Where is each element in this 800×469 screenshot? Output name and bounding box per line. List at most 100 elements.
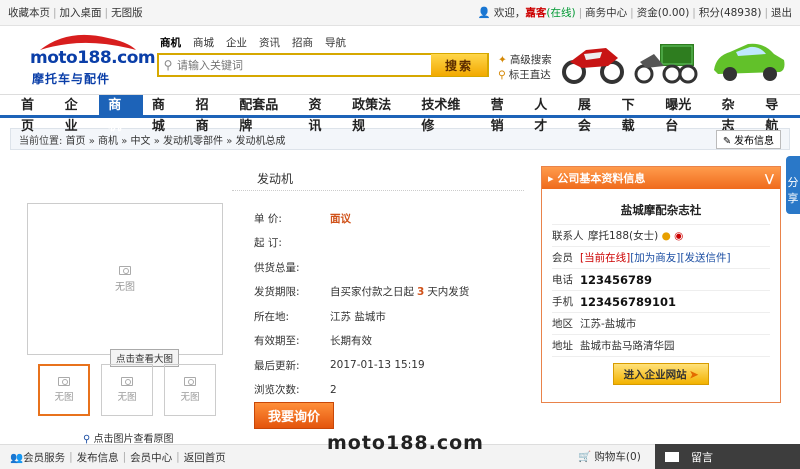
logout-link[interactable]: 退出 — [771, 7, 792, 19]
nav-talent[interactable]: 人才 — [525, 95, 569, 134]
nav-opportunity[interactable]: 商机 — [99, 95, 143, 134]
nav-news[interactable]: 资讯 — [299, 95, 343, 134]
message-label: 留言 — [691, 450, 713, 464]
delivery-value: 自买家付款之日起 3 天内发货 — [330, 284, 469, 299]
motorcycle-image[interactable] — [560, 32, 626, 88]
user-icon: 👤 — [477, 7, 491, 19]
nav-download[interactable]: 下载 — [613, 95, 657, 134]
main-image-placeholder-text: 无图 — [115, 281, 135, 293]
chat-icon[interactable]: ● — [662, 230, 671, 242]
search-tabs: 商机 商城 企业 资讯 招商 导航 — [160, 35, 346, 50]
add-friend-link[interactable]: [加为商友] — [630, 250, 680, 265]
info-row-supply: 供货总量: — [254, 255, 469, 280]
funds-link[interactable]: 资金(0.00) — [637, 7, 690, 19]
nav-policy[interactable]: 政策法规 — [343, 95, 412, 134]
breadcrumb-chinese[interactable]: 中文 — [131, 136, 151, 147]
info-row-location: 所在地: 江苏 盐城市 — [254, 304, 469, 329]
business-center-link[interactable]: 商务中心 — [585, 7, 627, 19]
nav-mall[interactable]: 商城 — [143, 95, 187, 134]
location-value: 江苏 盐城市 — [330, 310, 386, 323]
thumbnail-2-text: 无图 — [117, 392, 137, 403]
online-link[interactable]: [当前在线] — [580, 250, 630, 265]
points-link[interactable]: 积分(48938) — [699, 7, 762, 19]
info-row-validity: 有效期至: 长期有效 — [254, 329, 469, 354]
views-value: 2 — [330, 383, 337, 396]
message-button[interactable]: 留言 — [655, 444, 800, 469]
company-panel-header: ▸ 公司基本资料信息 ⋁ — [542, 167, 780, 189]
breadcrumb-opportunity[interactable]: 商机 — [98, 136, 118, 147]
cart-label: 购物车(0) — [594, 451, 641, 463]
search-tab-opportunity[interactable]: 商机 — [160, 35, 181, 50]
breadcrumb-path: 当前位置: 首页 » 商机 » 中文 » 发动机零部件 » 发动机总成 — [19, 135, 286, 147]
search-tab-navigation[interactable]: 导航 — [325, 35, 346, 50]
online-status: (在线) — [546, 7, 576, 19]
publish-info-button[interactable]: ✎ 发布信息 — [715, 129, 781, 149]
search-tab-company[interactable]: 企业 — [226, 35, 247, 50]
qq-icon[interactable]: ◉ — [674, 230, 683, 242]
search-button[interactable]: 搜索 — [431, 54, 487, 76]
views-label: 浏览次数: — [254, 384, 300, 397]
electric-car-image[interactable] — [708, 32, 788, 88]
thumbnail-2[interactable]: 无图 — [101, 364, 153, 416]
top-bar: 收藏本页 | 加入桌面 | 无图版 👤 欢迎，嘉客(在线) | 商务中心 | 资金(0.00) |… — [0, 0, 800, 26]
price-value: 面议 — [330, 212, 351, 225]
phone-label: 电话 — [552, 274, 573, 286]
breadcrumb-engine-parts[interactable]: 发动机零部件 — [163, 136, 223, 147]
view-original-link[interactable]: ⚲ 点击图片查看原图 — [83, 430, 174, 445]
site-logo[interactable]: moto188.com 摩托车与配件 — [28, 32, 156, 90]
search-tab-news[interactable]: 资讯 — [259, 35, 280, 50]
member-center-link[interactable]: 会员中心 — [130, 450, 172, 465]
footer-publish-link[interactable]: 发布信息 — [77, 450, 119, 465]
send-mail-link[interactable]: [发送信件] — [680, 250, 730, 265]
nav-investment[interactable]: 招商 — [187, 95, 231, 134]
enter-company-site-button[interactable]: 进入企业网站 ➤ — [613, 363, 709, 385]
nav-marketing[interactable]: 营销 — [482, 95, 526, 134]
advanced-search-link[interactable]: 高级搜索 — [510, 54, 552, 66]
area-value: 江苏-盐城市 — [580, 318, 637, 330]
camera-icon — [184, 377, 196, 386]
add-desktop-link[interactable]: 加入桌面 — [60, 7, 102, 19]
nav-exhibition[interactable]: 展会 — [569, 95, 613, 134]
camera-icon — [121, 377, 133, 386]
tricycle-image[interactable] — [634, 32, 698, 88]
breadcrumb-home[interactable]: 首页 — [66, 136, 86, 147]
search-tab-investment[interactable]: 招商 — [292, 35, 313, 50]
nav-brands[interactable]: 配套品牌 — [230, 95, 299, 134]
key-icon: ⚲ — [498, 69, 506, 81]
arrow-icon: ▸ — [548, 172, 554, 185]
no-image-version-link[interactable]: 无图版 — [111, 7, 143, 19]
bookmark-link[interactable]: 收藏本页 — [8, 7, 50, 19]
guest-name: 嘉客 — [525, 7, 547, 19]
nav-navigation[interactable]: 导航 — [756, 95, 800, 134]
delivery-pre: 自买家付款之日起 — [330, 286, 414, 299]
area-row: 地区 江苏-盐城市 — [552, 313, 770, 335]
nav-exposure[interactable]: 曝光台 — [656, 95, 712, 134]
search-tab-mall[interactable]: 商城 — [193, 35, 214, 50]
updated-label: 最后更新: — [254, 359, 300, 372]
member-service-link[interactable]: 会员服务 — [23, 450, 65, 465]
label-direct-link[interactable]: 标王直达 — [509, 69, 551, 81]
delivery-label: 发货期限: — [254, 286, 300, 299]
nav-company[interactable]: 企业 — [56, 95, 100, 134]
nav-home[interactable]: 首页 — [12, 95, 56, 134]
company-panel-title: 公司基本资料信息 — [557, 172, 646, 185]
cart-link[interactable]: 🛒 购物车(0) — [578, 449, 641, 464]
nav-magazine[interactable]: 杂志 — [713, 95, 757, 134]
company-name[interactable]: 盐城摩配杂志社 — [552, 195, 770, 225]
product-main-image[interactable]: 无图 — [27, 203, 223, 355]
location-label: 所在地: — [254, 310, 290, 323]
camera-icon — [119, 265, 131, 275]
share-side-tab[interactable]: 分享 — [786, 156, 800, 214]
search-icon: ⚲ — [163, 58, 173, 72]
title-divider — [232, 190, 524, 191]
return-home-link[interactable]: 返回首页 — [184, 450, 226, 465]
breadcrumb-engine-assembly[interactable]: 发动机总成 — [236, 136, 286, 147]
search-input[interactable] — [177, 56, 431, 74]
phone-value: 123456789 — [580, 272, 653, 287]
info-row-updated: 最后更新: 2017-01-13 15:19 — [254, 353, 469, 378]
nav-repair[interactable]: 技术维修 — [412, 95, 481, 134]
collapse-icon[interactable]: ⋁ — [765, 172, 774, 185]
inquire-button[interactable]: 我要询价 — [254, 402, 334, 429]
thumbnail-3[interactable]: 无图 — [164, 364, 216, 416]
thumbnail-1[interactable]: 无图 — [38, 364, 90, 416]
